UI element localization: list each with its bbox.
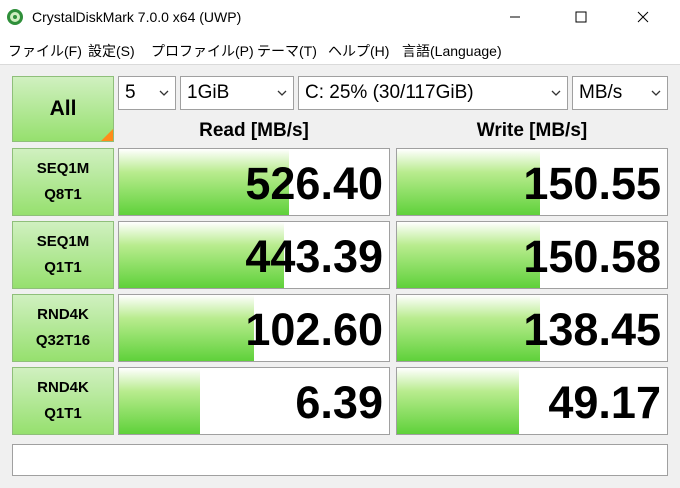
count-select[interactable]: 5 <box>118 76 176 110</box>
read-value: 443.39 <box>245 231 383 282</box>
test-label-line2: Q32T16 <box>35 332 91 349</box>
chevron-down-icon <box>551 90 561 96</box>
read-bar <box>119 295 254 361</box>
test-button-seq1m-q8t1[interactable]: SEQ1M Q8T1 <box>12 148 114 216</box>
write-value: 150.55 <box>523 158 661 209</box>
test-label-line2: Q8T1 <box>44 186 82 203</box>
read-value: 526.40 <box>245 158 383 209</box>
comment-field[interactable] <box>12 444 668 476</box>
write-value: 49.17 <box>548 377 661 428</box>
drive-select[interactable]: C: 25% (30/117GiB) <box>298 76 568 110</box>
menu-file[interactable]: ファイル(F) <box>8 41 82 61</box>
write-result-seq1m-q8t1: 150.55 <box>396 148 668 216</box>
read-result-rnd4k-q32t16: 102.60 <box>118 294 390 362</box>
write-bar <box>397 149 541 215</box>
menu-help[interactable]: ヘルプ(H) <box>328 41 389 61</box>
menu-language[interactable]: 言語(Language) <box>402 41 502 61</box>
write-header: Write [MB/s] <box>476 120 588 141</box>
menu-bar: ファイル(F) 設定(S) プロファイル(P) テーマ(T) ヘルプ(H) 言語… <box>0 34 680 64</box>
corner-marker-icon <box>101 129 113 141</box>
write-bar <box>397 222 541 288</box>
write-result-seq1m-q1t1: 150.58 <box>396 221 668 289</box>
write-value: 150.58 <box>523 231 661 282</box>
chevron-down-icon <box>159 90 169 96</box>
test-label-line1: RND4K <box>37 306 89 323</box>
write-result-rnd4k-q32t16: 138.45 <box>396 294 668 362</box>
unit-select[interactable]: MB/s <box>572 76 668 110</box>
minimize-button[interactable] <box>492 0 538 34</box>
app-icon <box>6 8 24 26</box>
all-button-label: All <box>49 97 77 120</box>
chevron-down-icon <box>277 90 287 96</box>
unit-value: MB/s <box>579 82 623 103</box>
test-button-seq1m-q1t1[interactable]: SEQ1M Q1T1 <box>12 221 114 289</box>
test-label-line1: SEQ1M <box>36 233 90 250</box>
all-button[interactable]: All <box>12 76 114 142</box>
write-bar <box>397 368 519 434</box>
menu-theme[interactable]: テーマ(T) <box>257 41 317 61</box>
size-select[interactable]: 1GiB <box>180 76 294 110</box>
title-bar: CrystalDiskMark 7.0.0 x64 (UWP) <box>0 0 680 34</box>
close-button[interactable] <box>620 0 666 34</box>
test-label-line2: Q1T1 <box>44 405 82 422</box>
chevron-down-icon <box>651 90 661 96</box>
test-label-line2: Q1T1 <box>44 259 82 276</box>
read-result-seq1m-q1t1: 443.39 <box>118 221 390 289</box>
menu-profile[interactable]: プロファイル(P) <box>151 41 254 61</box>
write-result-rnd4k-q1t1: 49.17 <box>396 367 668 435</box>
maximize-button[interactable] <box>558 0 604 34</box>
test-button-rnd4k-q1t1[interactable]: RND4K Q1T1 <box>12 367 114 435</box>
menu-settings[interactable]: 設定(S) <box>88 41 135 61</box>
read-bar <box>119 368 200 434</box>
read-header: Read [MB/s] <box>199 120 309 141</box>
count-value: 5 <box>125 82 136 103</box>
test-label-line1: SEQ1M <box>36 160 90 177</box>
window-title: CrystalDiskMark 7.0.0 x64 (UWP) <box>32 9 242 25</box>
read-result-seq1m-q8t1: 526.40 <box>118 148 390 216</box>
test-label-line1: RND4K <box>37 379 89 396</box>
read-result-rnd4k-q1t1: 6.39 <box>118 367 390 435</box>
read-value: 102.60 <box>245 304 383 355</box>
drive-value: C: 25% (30/117GiB) <box>305 82 474 103</box>
read-value: 6.39 <box>295 377 383 428</box>
size-value: 1GiB <box>187 82 230 103</box>
write-value: 138.45 <box>523 304 661 355</box>
test-button-rnd4k-q32t16[interactable]: RND4K Q32T16 <box>12 294 114 362</box>
write-bar <box>397 295 541 361</box>
